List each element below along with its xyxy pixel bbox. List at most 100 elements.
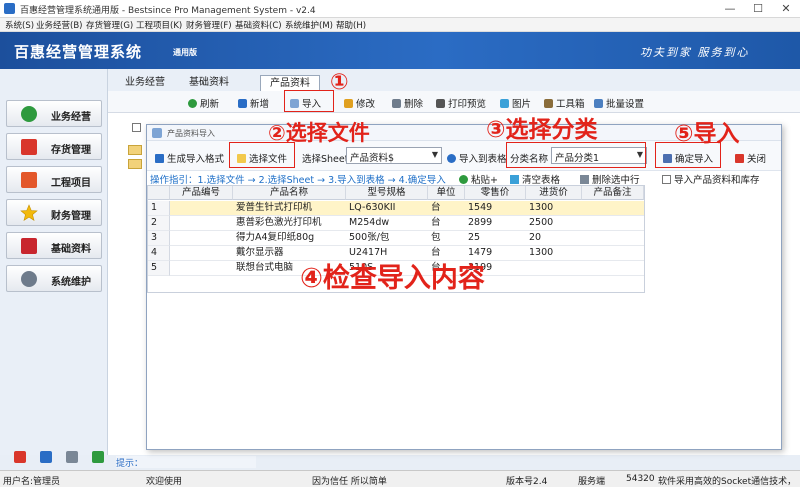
table-cell[interactable] <box>170 201 233 216</box>
annotation-step-5: ⑤导入 <box>674 121 740 147</box>
menu-finance[interactable]: 财务管理(F) <box>186 19 232 31</box>
edit-button[interactable]: 修改 <box>344 96 375 110</box>
column-header[interactable]: 零售价 <box>465 186 526 200</box>
house-icon <box>21 139 37 155</box>
table-cell[interactable]: 惠普彩色激光打印机 <box>233 216 346 231</box>
footer-icon[interactable] <box>66 451 78 463</box>
table-cell[interactable] <box>582 231 644 246</box>
column-header[interactable]: 产品备注 <box>582 186 644 200</box>
footer-icon[interactable] <box>92 451 104 463</box>
table-cell[interactable]: 500张/包 <box>346 231 428 246</box>
maximize-button[interactable]: ☐ <box>744 1 772 17</box>
toolbox-button[interactable]: 工具箱 <box>544 96 585 110</box>
grid-empty-area <box>147 293 645 449</box>
table-cell[interactable]: 1300 <box>526 246 582 261</box>
table-cell[interactable]: 25 <box>465 231 526 246</box>
table-cell[interactable]: 得力A4复印纸80g <box>233 231 346 246</box>
table-cell[interactable]: 包 <box>428 231 465 246</box>
refresh-button[interactable]: 刷新 <box>188 96 219 110</box>
column-header[interactable]: 产品编号 <box>170 186 233 200</box>
table-cell[interactable]: LQ-630KII <box>346 201 428 216</box>
table-cell[interactable]: 2500 <box>526 216 582 231</box>
minimize-button[interactable]: — <box>716 1 744 17</box>
column-header[interactable]: 型号规格 <box>346 186 428 200</box>
table-cell[interactable] <box>582 261 644 276</box>
table-cell[interactable] <box>582 216 644 231</box>
paste-button[interactable]: 粘贴+ <box>459 172 498 186</box>
table-cell[interactable] <box>582 201 644 216</box>
close-window-button[interactable]: ✕ <box>772 1 800 17</box>
table-cell[interactable] <box>170 261 233 276</box>
arrow-right-icon <box>447 154 456 163</box>
nav-finance[interactable]: 财务管理 <box>6 199 102 226</box>
status-server-label: 服务端 <box>578 477 606 487</box>
import-stock-checkbox[interactable]: 导入产品资料和库存 <box>662 172 760 186</box>
row-number-header <box>148 186 170 200</box>
add-button[interactable]: 新增 <box>238 96 269 110</box>
close-icon <box>735 154 744 163</box>
pencil-icon <box>344 99 353 108</box>
app-icon <box>4 3 15 14</box>
left-nav: 业务经营 存货管理 工程项目 财务管理 基础资料 系统维护 <box>0 69 108 463</box>
annotation-box-import <box>284 90 334 112</box>
column-header[interactable]: 产品名称 <box>233 186 346 200</box>
table-cell[interactable]: 2899 <box>465 216 526 231</box>
tab-basic-data[interactable]: 基础资料 <box>180 75 238 91</box>
annotation-step-2: ②选择文件 <box>268 121 370 145</box>
menu-basic-data[interactable]: 基础资料(C) <box>235 19 282 31</box>
row-number: 1 <box>148 201 170 216</box>
menu-inventory[interactable]: 存货管理(G) <box>86 19 133 31</box>
column-header[interactable]: 单位 <box>428 186 465 200</box>
close-dialog-button[interactable]: 关闭 <box>735 151 766 165</box>
table-cell[interactable]: 1549 <box>465 201 526 216</box>
table-cell[interactable]: 台 <box>428 216 465 231</box>
nav-label: 业务经营 <box>51 112 91 123</box>
nav-basic-data[interactable]: 基础资料 <box>6 232 102 259</box>
table-cell[interactable] <box>170 246 233 261</box>
annotation-step-1: ① <box>330 70 349 95</box>
batch-settings-button[interactable]: 批量设置 <box>594 96 644 110</box>
image-button[interactable]: 图片 <box>500 96 531 110</box>
table-cell[interactable] <box>526 261 582 276</box>
menu-project[interactable]: 工程项目(K) <box>136 19 182 31</box>
menu-help[interactable]: 帮助(H) <box>336 19 366 31</box>
menu-business[interactable]: 业务经营(B) <box>36 19 82 31</box>
import-to-table-button[interactable]: 导入到表格 <box>447 151 507 165</box>
table-cell[interactable]: 1300 <box>526 201 582 216</box>
main-toolbar: 刷新 新增 导入 修改 删除 打印预览 图片 工具箱 批量设置 <box>108 91 800 113</box>
column-header[interactable]: 进货价 <box>526 186 582 200</box>
settings-icon <box>594 99 603 108</box>
table-cell[interactable]: M254dw <box>346 216 428 231</box>
table-icon <box>510 175 519 184</box>
print-preview-button[interactable]: 打印预览 <box>436 96 486 110</box>
row-number: 2 <box>148 216 170 231</box>
table-cell[interactable] <box>170 231 233 246</box>
nav-project[interactable]: 工程项目 <box>6 166 102 193</box>
refresh-icon <box>188 99 197 108</box>
menu-bar: 系统(S) 业务经营(B) 存货管理(G) 工程项目(K) 财务管理(F) 基础… <box>0 18 800 32</box>
table-cell[interactable]: 20 <box>526 231 582 246</box>
footer-icon[interactable] <box>14 451 26 463</box>
tab-product-data[interactable]: 产品资料 <box>260 75 320 91</box>
generate-format-button[interactable]: 生成导入格式 <box>155 151 224 165</box>
tab-business[interactable]: 业务经营 <box>116 75 174 91</box>
folder-icon <box>128 145 142 155</box>
menu-system[interactable]: 系统(S) <box>5 19 34 31</box>
clear-table-button[interactable]: 清空表格 <box>510 172 560 186</box>
select-all-checkbox[interactable] <box>132 123 141 132</box>
delete-selected-row-button[interactable]: 删除选中行 <box>580 172 640 186</box>
footer-icon[interactable] <box>40 451 52 463</box>
nav-business[interactable]: 业务经营 <box>6 100 102 127</box>
check-icon <box>21 106 37 122</box>
table-cell[interactable]: 爱普生针式打印机 <box>233 201 346 216</box>
table-cell[interactable] <box>582 246 644 261</box>
table-cell[interactable] <box>170 216 233 231</box>
menu-maintenance[interactable]: 系统维护(M) <box>285 19 333 31</box>
nav-maintenance[interactable]: 系统维护 <box>6 265 102 292</box>
nav-inventory[interactable]: 存货管理 <box>6 133 102 160</box>
delete-button[interactable]: 删除 <box>392 96 423 110</box>
status-version: 版本号2.4 <box>506 477 548 487</box>
table-cell[interactable]: 台 <box>428 201 465 216</box>
sheet-select[interactable]: 产品资料$ ▼ <box>346 147 442 164</box>
status-user: 用户名:管理员 <box>3 477 61 487</box>
